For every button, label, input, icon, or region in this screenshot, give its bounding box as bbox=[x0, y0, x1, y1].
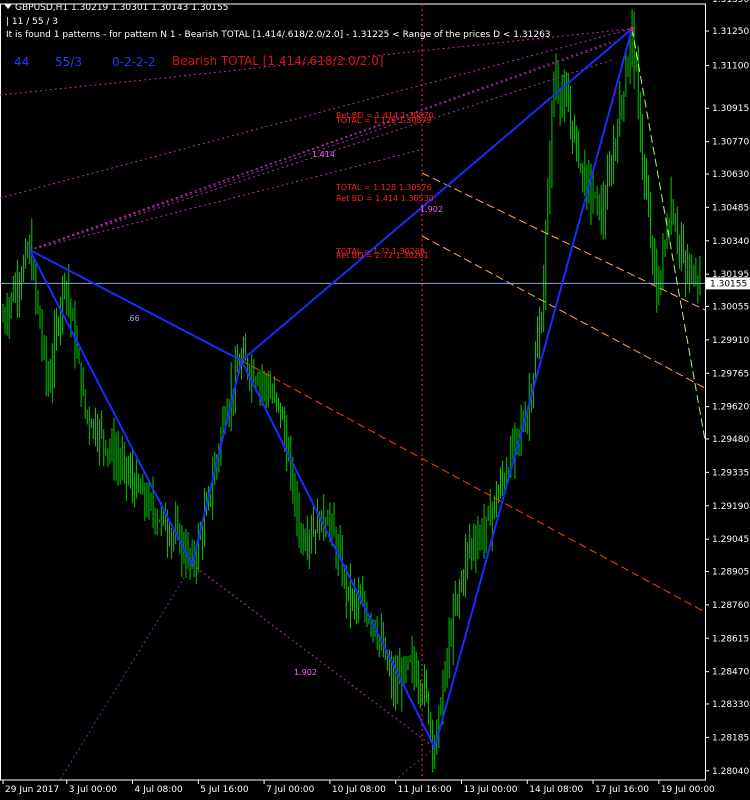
x-tick-label: 29 Jun 2017 bbox=[5, 785, 59, 795]
y-tick-label: 1.30485 bbox=[712, 203, 749, 213]
pattern-number: 44 bbox=[14, 55, 30, 69]
y-tick-label: 1.30055 bbox=[712, 302, 749, 312]
symbol-header: GBPUSD,H1 1.30219 1.30301 1.30143 1.3015… bbox=[4, 3, 228, 13]
y-tick-label: 1.29045 bbox=[712, 535, 749, 545]
fan-line bbox=[59, 564, 193, 781]
fib-1902-mid-label: 1.902 bbox=[420, 205, 443, 214]
y-tick-label: 1.28470 bbox=[712, 668, 749, 678]
y-tick-label: 1.28905 bbox=[712, 567, 749, 577]
x-tick-label: 14 Jul 08:00 bbox=[529, 785, 583, 795]
fan-line bbox=[29, 41, 611, 251]
symbol-quote: GBPUSD,H1 1.30219 1.30301 1.30143 1.3015… bbox=[15, 3, 229, 13]
info-line: It is found 1 patterns - for pattern N 1… bbox=[6, 30, 551, 40]
fib-66-label: .66 bbox=[127, 314, 140, 323]
y-tick-label: 1.30340 bbox=[712, 237, 749, 247]
y-tick-label: 1.31100 bbox=[712, 62, 749, 72]
x-tick-label: 11 Jul 16:00 bbox=[398, 785, 452, 795]
x-tick-label: 13 Jul 00:00 bbox=[463, 785, 517, 795]
y-tick-label: 1.29480 bbox=[712, 435, 749, 445]
counter-line: | 11 / 55 / 3 bbox=[6, 17, 59, 27]
y-tick-label: 1.31250 bbox=[712, 27, 749, 37]
y-tick-label: 1.29190 bbox=[712, 502, 749, 512]
forecast-line bbox=[241, 360, 706, 613]
pattern-name: Bearish TOTAL [1.414/.618/2.0/2.0] bbox=[172, 54, 384, 68]
y-tick-label: 1.29910 bbox=[712, 336, 749, 346]
fan-line bbox=[191, 564, 436, 749]
x-tick-label: 17 Jul 16:00 bbox=[595, 785, 649, 795]
x-tick-label: 4 Jul 08:00 bbox=[135, 785, 184, 795]
y-tick-label: 1.29335 bbox=[712, 468, 749, 478]
ret-bd-label-mid: Ret BD = 1.414 1.30530 bbox=[336, 194, 434, 203]
y-tick-label: 1.28040 bbox=[712, 767, 749, 777]
pattern-leg bbox=[29, 249, 242, 362]
y-tick-label: 1.30915 bbox=[712, 104, 749, 114]
y-tick-label: 1.29765 bbox=[712, 369, 749, 379]
pattern-code: 0-2-2-2 bbox=[112, 55, 156, 69]
forecast-line bbox=[631, 28, 706, 441]
x-tick-label: 5 Jul 16:00 bbox=[200, 785, 249, 795]
fan-line bbox=[29, 111, 431, 251]
ret-bd-label-low: Ret BD = 2.72 1.30261 bbox=[336, 251, 429, 260]
fib-1414-label: 1.414 bbox=[312, 150, 335, 159]
pattern-ratio: 55/3 bbox=[55, 55, 82, 69]
y-tick-label: 1.28760 bbox=[712, 601, 749, 611]
y-tick-label: 1.30630 bbox=[712, 170, 749, 180]
y-tick-label: 1.30770 bbox=[712, 138, 749, 148]
pattern-point-marker bbox=[630, 26, 635, 31]
y-tick-label: 1.29620 bbox=[712, 403, 749, 413]
fan-line bbox=[394, 747, 436, 781]
y-tick-label: 1.31390 bbox=[712, 0, 749, 5]
x-tick-label: 19 Jul 00:00 bbox=[661, 785, 715, 795]
chart-window: 1.31390 1.31250 1.31100 1.30915 1.30770 1.306… bbox=[0, 0, 750, 800]
y-tick-label: 1.28330 bbox=[712, 700, 749, 710]
pattern-leg bbox=[28, 249, 194, 565]
pattern-leg bbox=[240, 27, 633, 362]
fan-line bbox=[29, 41, 616, 251]
pattern-leg bbox=[240, 360, 436, 749]
x-tick-label: 7 Jul 00:00 bbox=[266, 785, 315, 795]
total-label-mid: TOTAL = 1.128 1.30576 bbox=[336, 183, 432, 192]
collapse-triangle-icon[interactable] bbox=[4, 4, 12, 9]
last-price-label: 1.30155 bbox=[710, 279, 747, 289]
fib-1902-low-label: 1.902 bbox=[294, 668, 317, 677]
total-label-top: TOTAL = 1.128 1.30879 bbox=[336, 116, 432, 125]
x-tick-label: 3 Jul 00:00 bbox=[69, 785, 118, 795]
pattern-leg bbox=[433, 28, 634, 749]
y-tick-label: 1.28615 bbox=[712, 634, 749, 644]
y-tick-label: 1.28185 bbox=[712, 733, 749, 743]
x-tick-label: 10 Jul 08:00 bbox=[332, 785, 386, 795]
pattern-leg bbox=[191, 360, 243, 565]
